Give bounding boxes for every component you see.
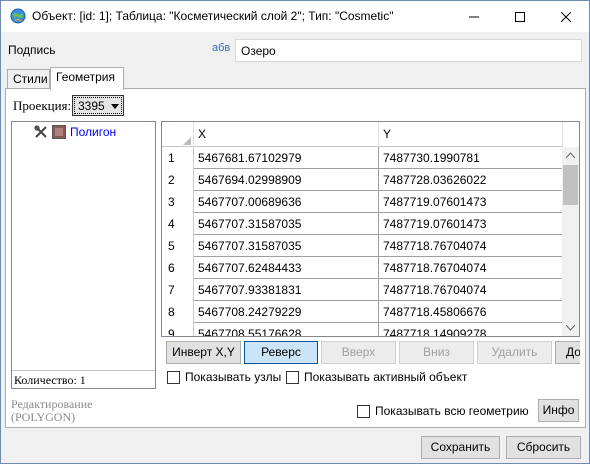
show-active-checkbox[interactable]: Показывать активный объект xyxy=(286,370,467,384)
cell-x[interactable]: 5467681.67102979 xyxy=(194,147,379,169)
table-row[interactable]: 9 5467708.55176628 7487718.14909278 xyxy=(162,323,563,336)
grid-corner xyxy=(162,122,194,147)
cell-x[interactable]: 5467694.02998909 xyxy=(194,169,379,191)
show-all-geometry-checkbox-box[interactable] xyxy=(357,404,370,418)
edit-type-label: (POLYGON) xyxy=(11,410,76,424)
row-header[interactable]: 9 xyxy=(162,323,194,336)
tab-geometry[interactable]: Геометрия xyxy=(50,67,124,90)
row-header[interactable]: 7 xyxy=(162,279,194,301)
delete-button[interactable]: Удалить xyxy=(477,341,552,364)
info-button[interactable]: Инфо xyxy=(538,399,579,422)
window-title: Объект: [id: 1]; Таблица: "Косметический… xyxy=(32,9,394,23)
coordinates-grid[interactable]: X Y 1 5467681.67102979 7487730.1990781 2 546… xyxy=(161,121,580,337)
table-row[interactable]: 8 5467708.24279229 7487718.45806676 xyxy=(162,301,563,323)
cell-x[interactable]: 5467708.24279229 xyxy=(194,301,379,323)
show-active-checkbox-box[interactable] xyxy=(286,370,299,384)
cell-y[interactable]: 7487718.45806676 xyxy=(379,301,563,323)
move-down-button[interactable]: Вниз xyxy=(399,341,474,364)
cell-y[interactable]: 7487718.76704074 xyxy=(379,235,563,257)
caption-input-value: Озеро xyxy=(241,44,276,58)
row-header[interactable]: 6 xyxy=(162,257,194,279)
table-row[interactable]: 2 5467694.02998909 7487728.03626022 xyxy=(162,169,563,191)
corner-triangle-icon xyxy=(183,137,191,145)
show-all-geometry-checkbox[interactable]: Показывать всю геометрию xyxy=(357,404,529,418)
reset-button[interactable]: Сбросить xyxy=(506,436,581,459)
projection-value: 3395 xyxy=(78,99,105,113)
cell-x[interactable]: 5467708.55176628 xyxy=(194,323,379,336)
cell-x[interactable]: 5467707.93381831 xyxy=(194,279,379,301)
save-button[interactable]: Сохранить xyxy=(421,436,500,459)
grid-header: X Y xyxy=(162,122,563,147)
tab-styles-label: Стили xyxy=(13,72,48,86)
table-row[interactable]: 6 5467707.62484433 7487718.76704074 xyxy=(162,257,563,279)
cell-x[interactable]: 5467707.00689636 xyxy=(194,191,379,213)
row-header[interactable]: 2 xyxy=(162,169,194,191)
scroll-down-icon[interactable] xyxy=(566,325,575,331)
cell-y[interactable]: 7487719.07601473 xyxy=(379,191,563,213)
globe-icon xyxy=(10,8,26,24)
reverse-button[interactable]: Реверс xyxy=(244,341,318,364)
close-button[interactable] xyxy=(543,1,589,32)
title-bar: Объект: [id: 1]; Таблица: "Косметический… xyxy=(1,1,589,32)
table-row[interactable]: 7 5467707.93381831 7487718.76704074 xyxy=(162,279,563,301)
row-header[interactable]: 4 xyxy=(162,213,194,235)
caption-label: Подпись xyxy=(8,43,56,57)
table-row[interactable]: 1 5467681.67102979 7487730.1990781 xyxy=(162,147,563,169)
row-header[interactable]: 5 xyxy=(162,235,194,257)
cell-x[interactable]: 5467707.31587035 xyxy=(194,235,379,257)
row-header[interactable]: 8 xyxy=(162,301,194,323)
tree-item-polygon[interactable]: Полигон xyxy=(70,125,116,139)
count-label: Количество: 1 xyxy=(14,373,86,387)
polygon-icon xyxy=(52,125,66,139)
cell-x[interactable]: 5467707.62484433 xyxy=(194,257,379,279)
scroll-up-icon[interactable] xyxy=(566,152,575,158)
count-bar: Количество: 1 xyxy=(12,370,155,388)
row-header[interactable]: 3 xyxy=(162,191,194,213)
caption-prefix: абв xyxy=(212,42,231,54)
tab-geometry-label: Геометрия xyxy=(56,70,115,84)
show-all-geometry-label: Показывать всю геометрию xyxy=(375,404,529,418)
grid-scrollbar-thumb[interactable] xyxy=(563,165,578,205)
projection-select[interactable]: 3395 xyxy=(72,95,124,116)
cell-y[interactable]: 7487718.14909278 xyxy=(379,323,563,336)
minimize-button[interactable] xyxy=(451,1,497,32)
tools-icon xyxy=(34,125,47,138)
cell-y[interactable]: 7487718.76704074 xyxy=(379,279,563,301)
table-row[interactable]: 3 5467707.00689636 7487719.07601473 xyxy=(162,191,563,213)
show-nodes-label: Показывать узлы xyxy=(185,370,282,384)
maximize-button[interactable] xyxy=(497,1,543,32)
column-header-y[interactable]: Y xyxy=(379,122,563,147)
cell-y[interactable]: 7487719.07601473 xyxy=(379,213,563,235)
cell-y[interactable]: 7487718.76704074 xyxy=(379,257,563,279)
grid-vertical-scrollbar[interactable] xyxy=(562,147,579,336)
show-active-label: Показывать активный объект xyxy=(304,370,468,384)
show-nodes-checkbox-box[interactable] xyxy=(167,370,180,384)
table-row[interactable]: 4 5467707.31587035 7487719.07601473 xyxy=(162,213,563,235)
maximize-icon xyxy=(515,11,525,22)
chevron-down-icon xyxy=(111,104,119,109)
cell-y[interactable]: 7487730.1990781 xyxy=(379,147,563,169)
table-row[interactable]: 5 5467707.31587035 7487718.76704074 xyxy=(162,235,563,257)
minimize-icon xyxy=(469,16,479,17)
show-nodes-checkbox[interactable]: Показывать узлы xyxy=(167,370,281,384)
tab-styles[interactable]: Стили xyxy=(7,69,50,89)
grid-toolbar: Инверт X,Y Реверс Вверх Вниз Удалить До xyxy=(163,339,580,365)
cell-x[interactable]: 5467707.31587035 xyxy=(194,213,379,235)
cell-y[interactable]: 7487728.03626022 xyxy=(379,169,563,191)
row-header[interactable]: 1 xyxy=(162,147,194,169)
add-button[interactable]: До xyxy=(555,341,580,364)
move-up-button[interactable]: Вверх xyxy=(321,341,396,364)
invert-xy-button[interactable]: Инверт X,Y xyxy=(166,341,241,364)
caption-input[interactable]: Озеро xyxy=(235,39,582,62)
close-icon xyxy=(561,11,571,22)
projection-label: Проекция: xyxy=(13,98,72,113)
geometry-tree[interactable]: Полигон Количество: 1 xyxy=(11,121,156,389)
column-header-x[interactable]: X xyxy=(194,122,379,147)
dialog-window: Объект: [id: 1]; Таблица: "Косметический… xyxy=(0,0,590,464)
